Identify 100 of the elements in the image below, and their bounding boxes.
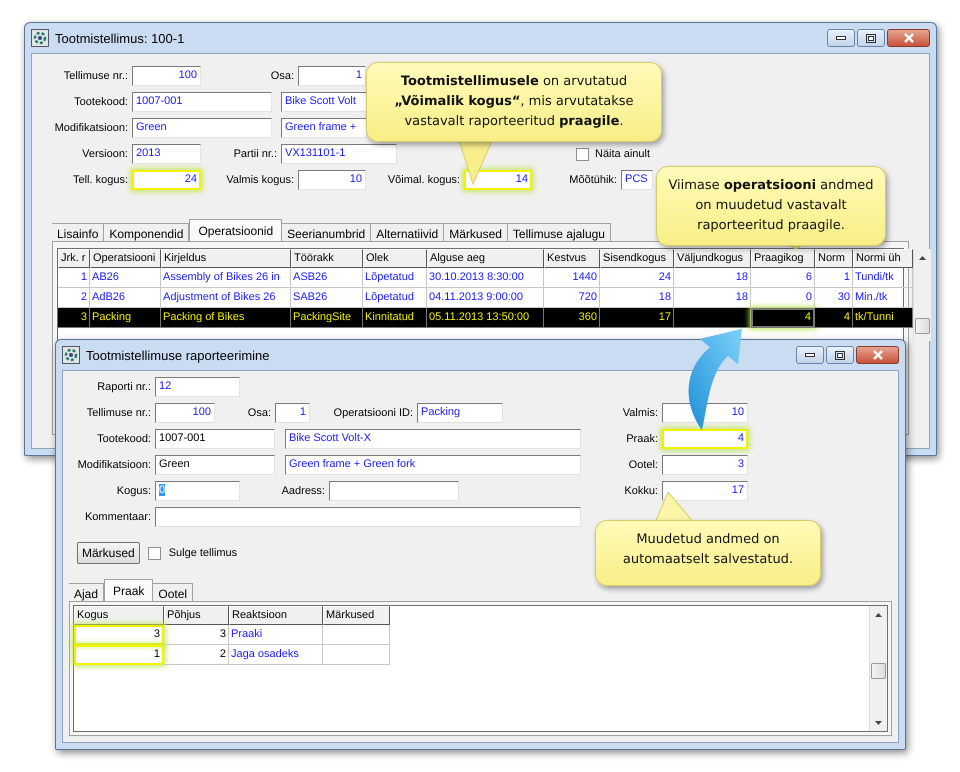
table-cell: 18 [674, 268, 751, 288]
table-cell: 17 [600, 308, 674, 328]
column-header[interactable]: Olek [363, 249, 427, 268]
close-icon [902, 33, 914, 43]
maximize-icon [866, 34, 876, 42]
table-cell: 3 [164, 625, 229, 645]
table-cell [323, 645, 390, 665]
tab[interactable]: Tellimuse ajalugu [508, 223, 611, 241]
callout: Muudetud andmed on automaatselt salvestatud. [595, 520, 821, 586]
minimize-button[interactable] [796, 346, 824, 364]
field-label: Valmis kogus: [225, 174, 295, 186]
notes-button[interactable]: Märkused [77, 542, 140, 564]
input-field[interactable]: Packing [417, 403, 503, 423]
table-cell: ASB26 [291, 268, 363, 288]
checkbox[interactable] [576, 148, 589, 160]
close-button[interactable] [887, 29, 930, 47]
input-field[interactable]: 12 [155, 377, 240, 397]
table-cell: Packing [90, 308, 161, 328]
input-field[interactable]: 24 [132, 170, 201, 190]
table-cell: Packing of Bikes [161, 308, 291, 328]
column-header[interactable]: Praagikog [751, 249, 815, 268]
field-label: Raporti nr.: [96, 381, 152, 393]
input-field[interactable]: VX131101-1 [281, 144, 397, 164]
gear-icon [31, 29, 49, 47]
input-field[interactable]: 14 [464, 170, 532, 190]
window-title: Tootmistellimus: 100-1 [55, 30, 184, 46]
input-field[interactable]: 1 [298, 66, 366, 86]
column-header[interactable]: Norm [815, 249, 853, 268]
input-field[interactable]: 10 [298, 170, 366, 190]
scrollbar-thumb[interactable] [871, 663, 886, 679]
input-field[interactable]: 1007-001 [132, 92, 272, 112]
tab[interactable]: Operatsioonid [189, 219, 282, 241]
checkbox-label: Sulge tellimus [168, 547, 238, 559]
table-cell: Praaki [229, 625, 323, 645]
input-field[interactable]: 17 [662, 481, 748, 501]
close-button[interactable] [856, 346, 899, 364]
field-label: Ootel: [628, 459, 659, 471]
column-header[interactable]: Põhjus [164, 606, 229, 625]
input-field[interactable] [155, 507, 581, 527]
input-field[interactable]: Bike Scott Volt [281, 92, 367, 112]
table-cell: 4 [751, 308, 815, 328]
table-cell: 1 [58, 268, 90, 288]
input-field[interactable]: 1007-001 [155, 429, 275, 449]
input-field[interactable]: 1 [275, 403, 310, 423]
table-cell: AB26 [90, 268, 161, 288]
input-field[interactable]: PCS [621, 170, 653, 190]
input-field[interactable]: Green frame + [281, 118, 367, 138]
maximize-icon [835, 350, 845, 360]
minimize-icon [836, 36, 846, 40]
field-label: Modifikatsioon: [54, 122, 129, 134]
field-label: Versioon: [81, 148, 129, 160]
field-label: Aadress: [280, 485, 326, 497]
field-label: Tootekood: [96, 433, 152, 445]
close-icon [872, 350, 884, 360]
column-header[interactable]: Jrk. r [58, 249, 90, 268]
tab[interactable]: Alternatiivid [371, 223, 444, 241]
tab[interactable]: Ajad [69, 583, 104, 601]
field-label: Modifikatsioon: [76, 459, 152, 471]
column-header[interactable]: Kirjeldus [161, 249, 291, 268]
field-label: Kommentaar: [84, 511, 152, 523]
column-header[interactable]: Alguse aeg [427, 249, 544, 268]
minimize-button[interactable] [827, 29, 855, 47]
input-field[interactable]: 100 [132, 66, 201, 86]
column-header[interactable]: Reaktsioon [229, 606, 323, 625]
field-label: Tell. kogus: [72, 174, 129, 186]
table-cell: tk/Tunni [853, 308, 913, 328]
column-header[interactable]: Operatsiooni [90, 249, 161, 268]
input-field[interactable]: Green [155, 455, 275, 475]
table-cell [323, 625, 390, 645]
input-field[interactable] [329, 481, 459, 501]
input-field[interactable]: 2013 [132, 144, 201, 164]
tab[interactable]: Ootel [153, 583, 194, 601]
input-field[interactable]: 3 [662, 455, 748, 475]
tab[interactable]: Seerianumbrid [282, 223, 372, 241]
input-field[interactable]: 100 [155, 403, 215, 423]
tab[interactable]: Praak [104, 579, 154, 601]
input-field[interactable]: 4 [662, 429, 748, 449]
tab[interactable]: Märkused [444, 223, 508, 241]
column-header[interactable]: Märkused [323, 606, 390, 625]
table-cell: 360 [544, 308, 600, 328]
maximize-button[interactable] [826, 346, 854, 364]
tab[interactable]: Lisainfo [52, 223, 104, 241]
checkbox[interactable] [148, 546, 161, 560]
tab[interactable]: Komponendid [104, 223, 190, 241]
column-header[interactable]: Kogus [74, 606, 164, 625]
input-field[interactable]: Bike Scott Volt-X [285, 429, 581, 449]
input-field[interactable]: Green frame + Green fork [285, 455, 581, 475]
column-header[interactable]: Normi üh [853, 249, 913, 268]
field-label: Mõõtühik: [568, 174, 618, 186]
table-cell: 3 [74, 625, 164, 645]
column-header[interactable]: Töörakk [291, 249, 363, 268]
maximize-button[interactable] [857, 29, 885, 47]
column-header[interactable]: Kestvus [544, 249, 600, 268]
column-header[interactable]: Väljundkogus [674, 249, 751, 268]
input-field[interactable]: Green [132, 118, 272, 138]
scrollbar-thumb[interactable] [915, 318, 930, 334]
table-cell: Kinnitatud [363, 308, 427, 328]
field-label: Kokku: [623, 485, 659, 497]
column-header[interactable]: Sisendkogus [600, 249, 674, 268]
table-cell: Jaga osadeks [229, 645, 323, 665]
